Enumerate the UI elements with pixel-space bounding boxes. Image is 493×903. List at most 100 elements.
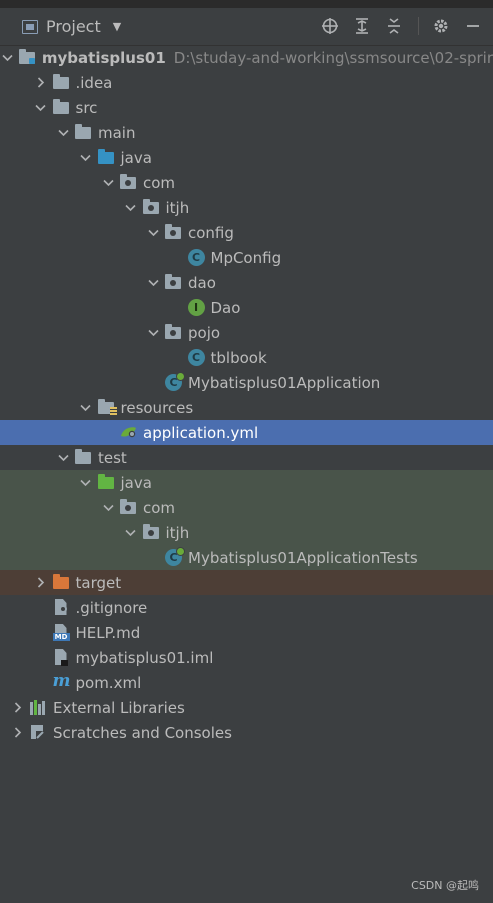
chevron-down-icon[interactable] — [147, 220, 159, 245]
watermark: CSDN @起鸣 — [411, 879, 479, 892]
chevron-down-icon[interactable] — [80, 395, 92, 420]
tree-item[interactable]: MD HELP.md — [0, 620, 493, 645]
package-icon — [165, 274, 182, 291]
tree-item-label: com — [143, 173, 176, 192]
chevron-down-icon[interactable] — [102, 495, 114, 520]
gitignore-file-icon — [53, 599, 70, 616]
tree-item-label: mybatisplus01.iml — [75, 648, 214, 667]
folder-icon — [75, 124, 92, 141]
interface-icon: I — [187, 299, 205, 316]
tree-item[interactable]: com — [0, 170, 493, 195]
toolbar-divider — [418, 17, 419, 35]
scratches-icon — [30, 724, 47, 741]
tree-item[interactable]: .gitignore — [0, 595, 493, 620]
tree-item[interactable]: application.yml — [0, 420, 493, 445]
tree-item-label: External Libraries — [53, 698, 185, 717]
tree-item[interactable]: Ctblbook — [0, 345, 493, 370]
tree-item[interactable]: com — [0, 495, 493, 520]
chevron-right-icon[interactable] — [35, 70, 47, 95]
tree-item[interactable]: m pom.xml — [0, 670, 493, 695]
tree-item-label: target — [75, 573, 122, 592]
tree-item-label: main — [98, 123, 136, 142]
expand-all-icon[interactable] — [352, 16, 372, 36]
chevron-down-icon[interactable] — [102, 170, 114, 195]
window-top-strip — [0, 0, 493, 8]
folder-icon — [75, 449, 92, 466]
tree-item-label: test — [98, 448, 127, 467]
tree-item-label: application.yml — [143, 423, 259, 442]
tree-item-label: pom.xml — [75, 673, 142, 692]
tree-item[interactable]: resources — [0, 395, 493, 420]
header-toolbar — [308, 16, 483, 36]
tree-item[interactable]: java — [0, 470, 493, 495]
folder-icon — [52, 74, 70, 91]
tree-item-label: HELP.md — [75, 623, 141, 642]
module-path: D:\studay-and-working\ssmsource\02-sprir — [173, 48, 493, 67]
resources-folder-icon — [97, 399, 117, 416]
tree-item[interactable]: .idea — [0, 70, 493, 95]
tree-item-label: mybatisplus01 — [41, 48, 166, 67]
chevron-down-icon[interactable] — [57, 445, 69, 470]
tree-item[interactable]: main — [0, 120, 493, 145]
project-view-selector[interactable]: Project ▼ — [22, 17, 121, 36]
tree-item[interactable]: C Mybatisplus01ApplicationTests — [0, 545, 493, 570]
tree-item[interactable]: test — [0, 445, 493, 470]
class-icon: C — [187, 349, 205, 366]
tree-item-label: .idea — [75, 73, 113, 92]
module-folder-icon — [18, 49, 36, 66]
maven-icon: m — [52, 671, 71, 691]
chevron-down-icon[interactable] — [125, 520, 137, 545]
project-title: Project — [46, 17, 101, 36]
tree-item[interactable]: I Dao — [0, 295, 493, 320]
tree-item[interactable]: Scratches and Consoles — [0, 720, 493, 745]
chevron-down-icon[interactable] — [2, 45, 13, 70]
tree-item-label: java — [120, 148, 152, 167]
excluded-folder-icon — [52, 574, 70, 591]
tree-item-label: Mybatisplus01Application — [188, 373, 381, 392]
yml-file-icon — [120, 424, 137, 441]
tree-item[interactable]: C Mybatisplus01Application — [0, 370, 493, 395]
chevron-right-icon[interactable] — [12, 695, 24, 720]
chevron-down-icon[interactable] — [57, 120, 69, 145]
tree-item-label: dao — [188, 273, 216, 292]
tree-item[interactable]: java — [0, 145, 493, 170]
tree-item-label: .gitignore — [75, 598, 148, 617]
source-folder-icon — [97, 149, 115, 166]
chevron-down-icon[interactable] — [147, 320, 159, 345]
tree-item[interactable]: mybatisplus01 D:\studay-and-working\ssmso… — [0, 45, 493, 70]
crosshair-icon[interactable] — [320, 16, 340, 36]
package-icon — [165, 224, 182, 241]
chevron-down-icon[interactable] — [147, 270, 159, 295]
tree-item[interactable]: External Libraries — [0, 695, 493, 720]
tree-item-label: src — [75, 98, 98, 117]
chevron-down-icon[interactable] — [80, 470, 92, 495]
chevron-down-icon[interactable]: ▼ — [113, 20, 121, 33]
tree-item[interactable]: pojo — [0, 320, 493, 345]
chevron-right-icon[interactable] — [12, 720, 24, 745]
chevron-down-icon[interactable] — [35, 95, 47, 120]
tree-item-label: resources — [120, 398, 194, 417]
gear-icon[interactable] — [431, 16, 451, 36]
collapse-all-icon[interactable] — [384, 16, 404, 36]
tree-item[interactable]: C MpConfig — [0, 245, 493, 270]
chevron-right-icon[interactable] — [35, 570, 47, 595]
tree-item[interactable]: itjh — [0, 520, 493, 545]
minimize-icon[interactable] — [463, 16, 483, 36]
spring-boot-class-icon: C — [165, 372, 185, 391]
tree-item-label: java — [120, 473, 152, 492]
tree-item[interactable]: config — [0, 220, 493, 245]
chevron-down-icon[interactable] — [80, 145, 92, 170]
tree-item[interactable]: src — [0, 95, 493, 120]
package-icon — [142, 199, 160, 216]
tree-item[interactable]: target — [0, 570, 493, 595]
package-icon — [120, 174, 137, 191]
iml-file-icon — [53, 649, 70, 666]
libraries-icon — [30, 699, 47, 716]
tree-item[interactable]: mybatisplus01.iml — [0, 645, 493, 670]
tree-item[interactable]: dao — [0, 270, 493, 295]
tree-item-label: pojo — [188, 323, 221, 342]
tree-item-label: itjh — [165, 198, 190, 217]
chevron-down-icon[interactable] — [125, 195, 137, 220]
tree-item-label: Dao — [210, 298, 241, 317]
tree-item[interactable]: itjh — [0, 195, 493, 220]
